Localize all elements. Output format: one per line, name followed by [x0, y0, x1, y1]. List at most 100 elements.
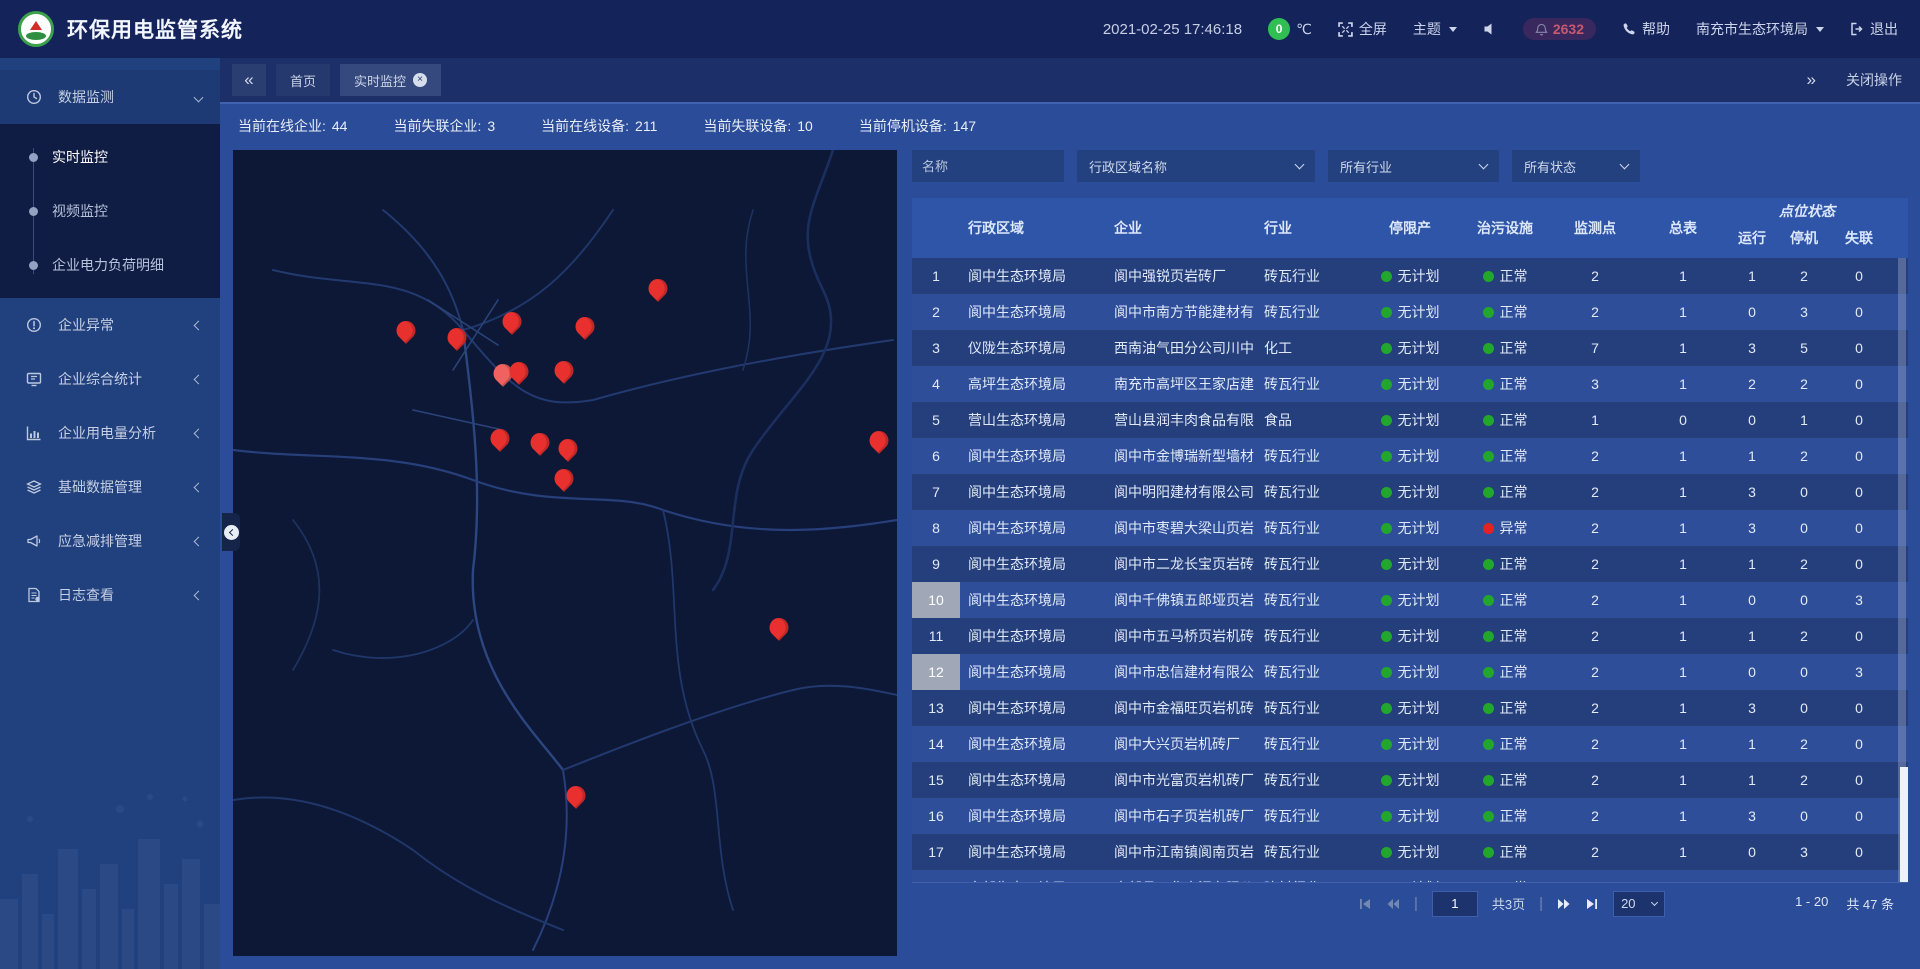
table-row[interactable]: 15 阆中生态环境局 阆中市光富页岩机砖厂 砖瓦行业 无计划 正常 2 1 1 … [912, 762, 1908, 798]
status-select[interactable]: 所有状态 [1512, 150, 1640, 182]
prev-page-button[interactable] [1386, 897, 1400, 911]
table-row[interactable]: 11 阆中生态环境局 阆中市五马桥页岩机砖 砖瓦行业 无计划 正常 2 1 1 … [912, 618, 1908, 654]
sidebar-item[interactable]: 应急减排管理 [0, 514, 220, 568]
help-label: 帮助 [1642, 19, 1670, 39]
table-scrollbar-thumb[interactable] [1900, 767, 1908, 882]
col-group-point-status: 点位状态 运行 停机 失联 [1726, 198, 1908, 258]
cell-limit: 无计划 [1360, 546, 1460, 582]
sidebar-item[interactable]: 企业异常 [0, 298, 220, 352]
industry-select[interactable]: 所有行业 [1328, 150, 1499, 182]
enterprise-panel: 行政区域名称 所有行业 所有状态 [912, 150, 1908, 924]
cell-limit: 无计划 [1360, 294, 1460, 330]
cell-lost: 0 [1830, 474, 1908, 510]
org-dropdown[interactable]: 南充市生态环境局 [1696, 19, 1824, 39]
cell-facility: 正常 [1460, 690, 1550, 726]
table-row[interactable]: 4 高坪生态环境局 南充市高坪区王家店建 砖瓦行业 无计划 正常 3 1 2 2… [912, 366, 1908, 402]
cell-industry: 化工 [1256, 330, 1360, 366]
name-search-input[interactable] [912, 150, 1064, 182]
tab[interactable]: 实时监控 × [340, 64, 441, 96]
sidebar-item[interactable]: 日志查看 [0, 568, 220, 622]
table-row[interactable]: 17 阆中生态环境局 阆中市江南镇阆南页岩 砖瓦行业 无计划 正常 2 1 0 … [912, 834, 1908, 870]
table-rows: 1 阆中生态环境局 阆中强锐页岩砖厂 砖瓦行业 无计划 正常 2 1 1 2 0… [912, 258, 1908, 882]
sidebar-subitem[interactable]: 企业电力负荷明细 [0, 238, 220, 292]
cell-stop: 0 [1778, 582, 1830, 618]
table-row[interactable]: 12 阆中生态环境局 阆中市忠信建材有限公 砖瓦行业 无计划 正常 2 1 0 … [912, 654, 1908, 690]
table-row[interactable]: 9 阆中生态环境局 阆中市二龙长宝页岩砖 砖瓦行业 无计划 正常 2 1 1 2… [912, 546, 1908, 582]
status-dot-limit [1381, 559, 1392, 570]
table-row[interactable]: 14 阆中生态环境局 阆中大兴页岩机砖厂 砖瓦行业 无计划 正常 2 1 1 2… [912, 726, 1908, 762]
table-row[interactable]: 7 阆中生态环境局 阆中明阳建材有限公司 砖瓦行业 无计划 正常 2 1 3 0… [912, 474, 1908, 510]
cell-industry: 砖瓦行业 [1256, 618, 1360, 654]
record-total: 共 47 条 [1846, 894, 1894, 913]
col-region: 行政区域 [960, 198, 1106, 258]
help-button[interactable]: 帮助 [1622, 19, 1670, 39]
status-dot-limit [1381, 811, 1392, 822]
close-operations-button[interactable]: 关闭操作 [1846, 70, 1902, 90]
monitoring-map[interactable] [233, 150, 897, 956]
cell-stop: 0 [1778, 474, 1830, 510]
cell-facility: 正常 [1460, 618, 1550, 654]
mute-button[interactable] [1483, 22, 1497, 36]
sidebar-subitem[interactable]: 视频监控 [0, 184, 220, 238]
tab-close-icon[interactable]: × [413, 73, 427, 87]
tabs-scroll-left-button[interactable]: « [232, 64, 266, 96]
last-page-button[interactable] [1585, 897, 1599, 911]
table-row[interactable]: 1 阆中生态环境局 阆中强锐页岩砖厂 砖瓦行业 无计划 正常 2 1 1 2 0 [912, 258, 1908, 294]
theme-dropdown[interactable]: 主题 [1413, 19, 1457, 39]
cell-stop: 0 [1778, 510, 1830, 546]
cell-lost: 0 [1830, 834, 1908, 870]
cell-stop: 2 [1778, 762, 1830, 798]
sidebar-item[interactable]: 基础数据管理 [0, 460, 220, 514]
sidebar-item[interactable]: 企业用电量分析 [0, 406, 220, 460]
first-page-button[interactable] [1358, 897, 1372, 911]
status-dot-limit [1381, 307, 1392, 318]
cell-limit: 无计划 [1360, 366, 1460, 402]
stat-item: 当前在线企业: 44 [238, 116, 347, 136]
table-row[interactable]: 5 营山生态环境局 营山县润丰肉食品有限 食品 无计划 正常 1 0 0 1 0 [912, 402, 1908, 438]
table-row[interactable]: 2 阆中生态环境局 阆中市南方节能建材有 砖瓦行业 无计划 正常 2 1 0 3… [912, 294, 1908, 330]
sidebar-collapse-button[interactable] [222, 513, 240, 551]
cell-lost: 0 [1830, 402, 1908, 438]
cell-industry: 砖瓦行业 [1256, 546, 1360, 582]
table-row[interactable]: 16 阆中生态环境局 阆中市石子页岩机砖厂 砖瓦行业 无计划 正常 2 1 3 … [912, 798, 1908, 834]
table-row[interactable]: 3 仪陇生态环境局 西南油气田分公司川中 化工 无计划 正常 7 1 3 5 0 [912, 330, 1908, 366]
logout-button[interactable]: 退出 [1850, 19, 1898, 39]
sidebar-item[interactable]: 企业综合统计 [0, 352, 220, 406]
tab[interactable]: 首页 [276, 64, 330, 96]
cell-stop: 3 [1778, 834, 1830, 870]
status-select-value: 所有状态 [1524, 157, 1576, 176]
cell-company: 阆中市光富页岩机砖厂 [1106, 762, 1256, 798]
region-select[interactable]: 行政区域名称 [1077, 150, 1315, 182]
table-row[interactable]: 6 阆中生态环境局 阆中市金博瑞新型墙材 砖瓦行业 无计划 正常 2 1 1 2… [912, 438, 1908, 474]
chevron-icon [194, 92, 204, 102]
stat-item: 当前在线设备: 211 [541, 116, 657, 136]
page-number-input[interactable] [1432, 891, 1478, 917]
record-count: 1 - 20 共 47 条 [1795, 894, 1894, 913]
table-row[interactable]: 18 南部生态环境局 南部县双华水泥有限公 建材行业 无计划 正常 2 1 1 … [912, 870, 1908, 882]
tab-bar: « 首页 实时监控 × » 关闭操作 [220, 58, 1920, 102]
cell-meter: 1 [1640, 438, 1726, 474]
table-row[interactable]: 8 阆中生态环境局 阆中市枣碧大梁山页岩 砖瓦行业 无计划 异常 2 1 3 0… [912, 510, 1908, 546]
cell-points: 2 [1550, 294, 1640, 330]
cell-meter: 1 [1640, 798, 1726, 834]
notification-badge[interactable]: 2632 [1523, 18, 1596, 40]
page-size-select[interactable]: 20 [1613, 891, 1665, 917]
point-status-group-title: 点位状态 [1726, 198, 1908, 224]
cell-run: 0 [1726, 834, 1778, 870]
cell-run: 3 [1726, 474, 1778, 510]
table-body: 1 阆中生态环境局 阆中强锐页岩砖厂 砖瓦行业 无计划 正常 2 1 1 2 0… [912, 258, 1908, 882]
tabs-scroll-right-button[interactable]: » [1807, 70, 1816, 90]
table-row[interactable]: 13 阆中生态环境局 阆中市金福旺页岩机砖 砖瓦行业 无计划 正常 2 1 3 … [912, 690, 1908, 726]
next-page-button[interactable] [1557, 897, 1571, 911]
fullscreen-button[interactable]: 全屏 [1338, 19, 1387, 39]
status-dot-limit [1381, 775, 1392, 786]
cell-points: 3 [1550, 366, 1640, 402]
sidebar-item[interactable]: 数据监测 [0, 70, 220, 124]
cell-run: 3 [1726, 510, 1778, 546]
chevron-down-icon [1479, 160, 1489, 170]
cell-lost: 0 [1830, 546, 1908, 582]
table-row[interactable]: 10 阆中生态环境局 阆中千佛镇五郎垭页岩 砖瓦行业 无计划 正常 2 1 0 … [912, 582, 1908, 618]
sidebar-subitem[interactable]: 实时监控 [0, 130, 220, 184]
cell-run: 3 [1726, 330, 1778, 366]
cell-company: 阆中大兴页岩机砖厂 [1106, 726, 1256, 762]
